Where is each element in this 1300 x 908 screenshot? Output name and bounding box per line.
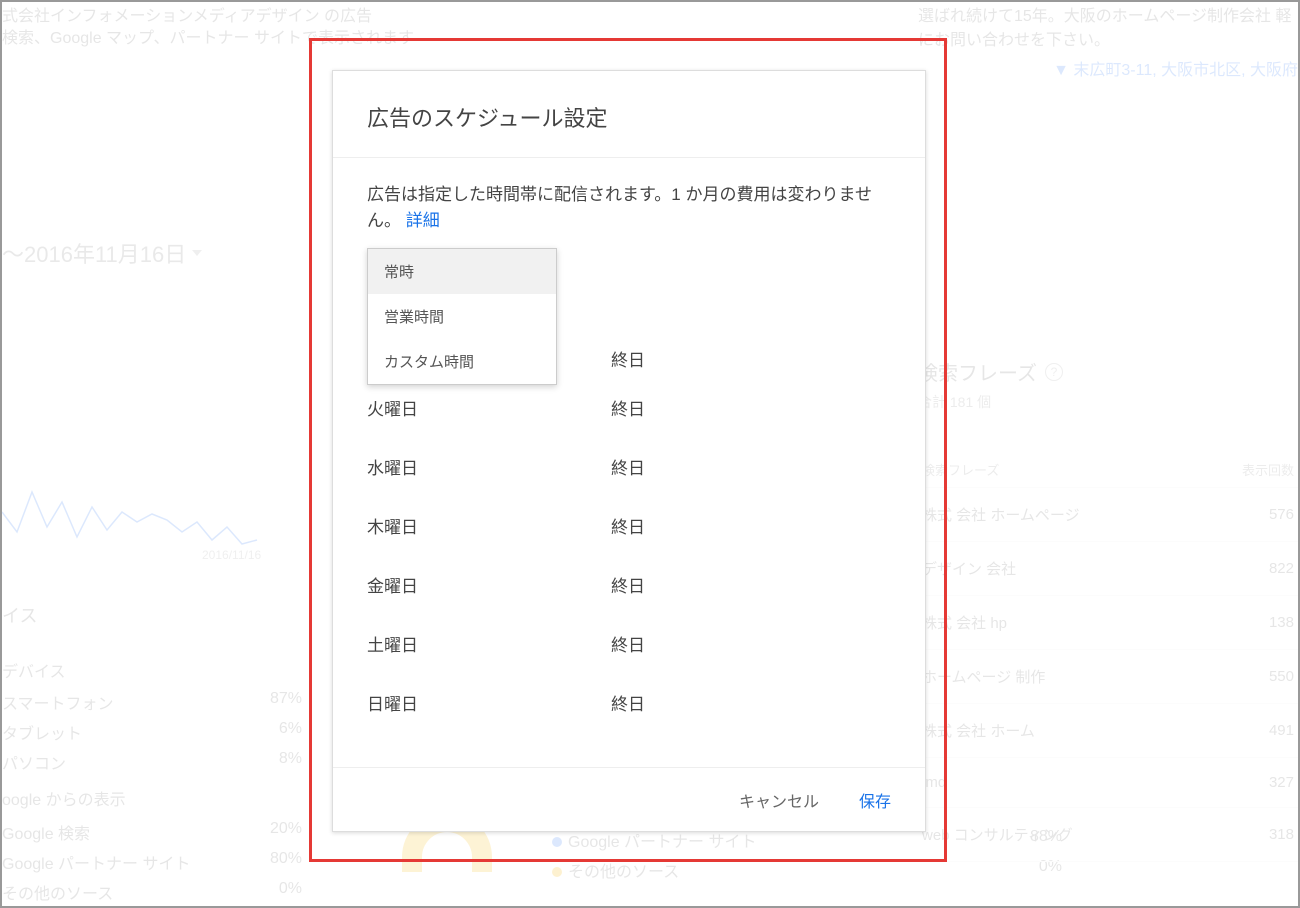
schedule-value: 終日 <box>611 572 645 597</box>
dropdown-option-business-hours[interactable]: 営業時間 <box>368 294 556 339</box>
schedule-row: 水曜日終日 <box>367 454 891 479</box>
schedule-row: 日曜日終日 <box>367 690 891 715</box>
schedule-day: 火曜日 <box>367 395 611 420</box>
schedule-value: 終日 <box>611 513 645 538</box>
schedule-day: 金曜日 <box>367 572 611 597</box>
dropdown-option-custom[interactable]: カスタム時間 <box>368 339 556 384</box>
schedule-modal: 広告のスケジュール設定 広告は指定した時間帯に配信されます。1 か月の費用は変わ… <box>332 70 926 832</box>
schedule-day: 日曜日 <box>367 690 611 715</box>
schedule-value: 終日 <box>611 690 645 715</box>
modal-footer: キャンセル 保存 <box>333 767 925 831</box>
schedule-row: 火曜日終日 <box>367 395 891 420</box>
schedule-value: 終日 <box>611 454 645 479</box>
schedule-value: 終日 <box>611 631 645 656</box>
schedule-row: 金曜日終日 <box>367 572 891 597</box>
schedule-value: 終日 <box>611 395 645 420</box>
schedule-type-dropdown[interactable]: 常時 営業時間 カスタム時間 <box>367 248 557 385</box>
dropdown-option-always[interactable]: 常時 <box>368 249 556 294</box>
modal-body: 広告は指定した時間帯に配信されます。1 か月の費用は変わりません。 詳細 終日 … <box>333 158 925 715</box>
schedule-row: 土曜日終日 <box>367 631 891 656</box>
schedule-day: 木曜日 <box>367 513 611 538</box>
save-button[interactable]: 保存 <box>859 788 891 812</box>
cancel-button[interactable]: キャンセル <box>739 788 819 812</box>
modal-description: 広告は指定した時間帯に配信されます。1 か月の費用は変わりません。 詳細 <box>367 182 891 235</box>
schedule-day: 土曜日 <box>367 631 611 656</box>
modal-description-text: 広告は指定した時間帯に配信されます。1 か月の費用は変わりません。 <box>367 185 872 230</box>
modal-header: 広告のスケジュール設定 <box>333 71 925 158</box>
hidden-row-value: 終日 <box>611 346 645 371</box>
modal-title: 広告のスケジュール設定 <box>367 101 891 133</box>
schedule-row: 木曜日終日 <box>367 513 891 538</box>
schedule-list: 火曜日終日 水曜日終日 木曜日終日 金曜日終日 土曜日終日 日曜日終日 <box>367 395 891 715</box>
schedule-day: 水曜日 <box>367 454 611 479</box>
detail-link[interactable]: 詳細 <box>406 211 440 230</box>
